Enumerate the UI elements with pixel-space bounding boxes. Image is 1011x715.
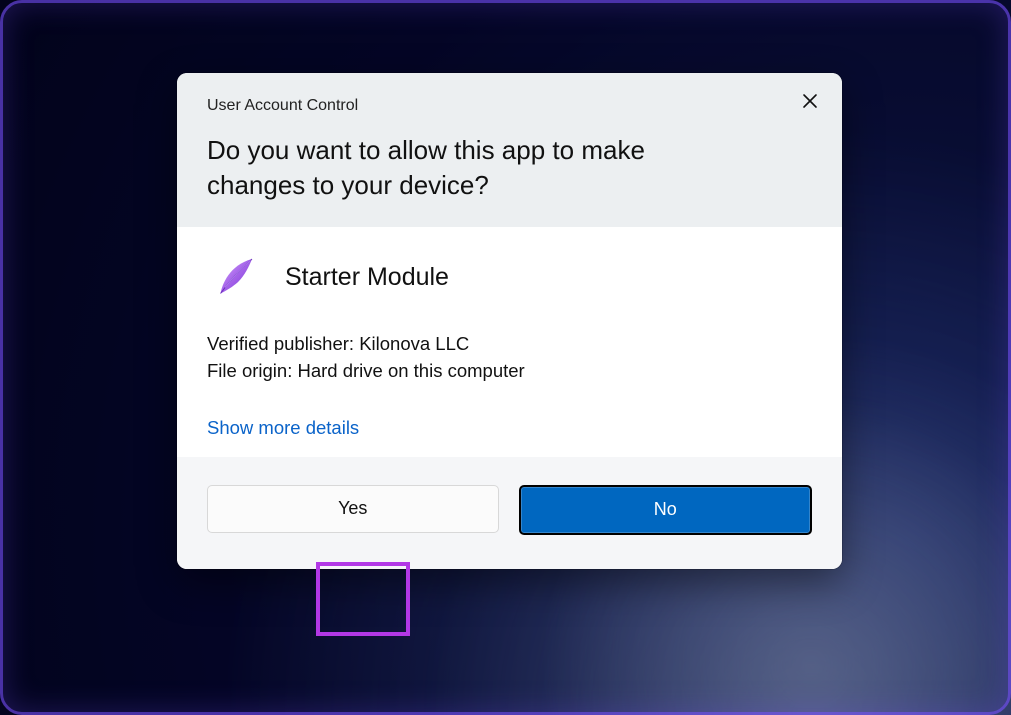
close-icon xyxy=(802,93,818,114)
uac-dialog: User Account Control Do you want to allo… xyxy=(177,73,842,569)
close-button[interactable] xyxy=(794,87,826,119)
dialog-header: User Account Control Do you want to allo… xyxy=(177,73,842,227)
dialog-question: Do you want to allow this app to make ch… xyxy=(207,133,727,203)
dialog-title: User Account Control xyxy=(207,97,812,115)
app-name: Starter Module xyxy=(285,263,449,292)
yes-button-label: Yes xyxy=(338,498,367,519)
app-row: Starter Module xyxy=(213,253,812,301)
yes-button[interactable]: Yes xyxy=(207,485,499,533)
dialog-footer: Yes No xyxy=(177,457,842,569)
app-feather-icon xyxy=(213,253,261,301)
publisher-line: Verified publisher: Kilonova LLC xyxy=(207,331,812,358)
no-button[interactable]: No xyxy=(519,485,813,535)
dialog-body: Starter Module Verified publisher: Kilon… xyxy=(177,227,842,457)
no-button-label: No xyxy=(654,499,677,520)
file-origin-line: File origin: Hard drive on this computer xyxy=(207,358,812,385)
show-more-details-link[interactable]: Show more details xyxy=(207,417,359,439)
desktop-background: User Account Control Do you want to allo… xyxy=(0,0,1011,715)
